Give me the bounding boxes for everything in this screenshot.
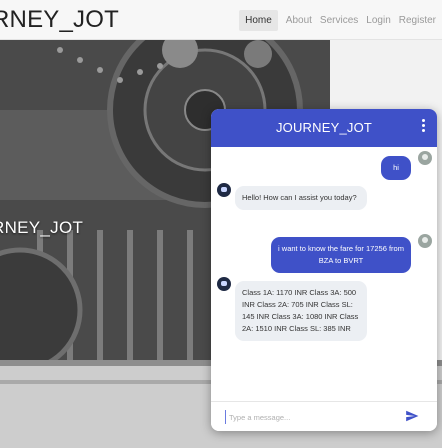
message-input[interactable]: [225, 410, 395, 424]
bot-avatar-icon: [217, 277, 231, 291]
hero-caption: RNEY_JOT: [0, 218, 84, 237]
chat-title: JOURNEY_JOT: [275, 120, 373, 135]
kebab-menu-icon[interactable]: [421, 119, 427, 135]
brand-logo-text[interactable]: RNEY_JOT: [0, 6, 119, 34]
nav-link-login[interactable]: Login: [366, 15, 390, 26]
nav-links: Home About Services Login Register: [231, 0, 436, 40]
chat-widget: JOURNEY_JOT hi Hello! How can I assist y…: [211, 109, 437, 431]
chat-input-bar: [211, 401, 437, 431]
user-message: i want to know the fare for 17256 from B…: [271, 237, 411, 273]
send-icon[interactable]: [405, 409, 419, 423]
nav-link-register[interactable]: Register: [399, 15, 436, 26]
nav-link-services[interactable]: Services: [320, 15, 358, 26]
user-message: hi: [381, 156, 411, 180]
bot-message: Hello! How can I assist you today?: [235, 186, 367, 210]
nav-link-home[interactable]: Home: [239, 9, 278, 31]
nav-link-about[interactable]: About: [286, 15, 312, 26]
navbar: RNEY_JOT Home About Services Login Regis…: [0, 0, 442, 40]
bot-avatar-icon: [217, 183, 231, 197]
bot-message: Class 1A: 1170 INR Class 3A: 500 INR Cla…: [235, 281, 367, 341]
user-avatar-icon: [418, 151, 432, 165]
chat-header: JOURNEY_JOT: [211, 109, 437, 147]
user-avatar-icon: [418, 234, 432, 248]
